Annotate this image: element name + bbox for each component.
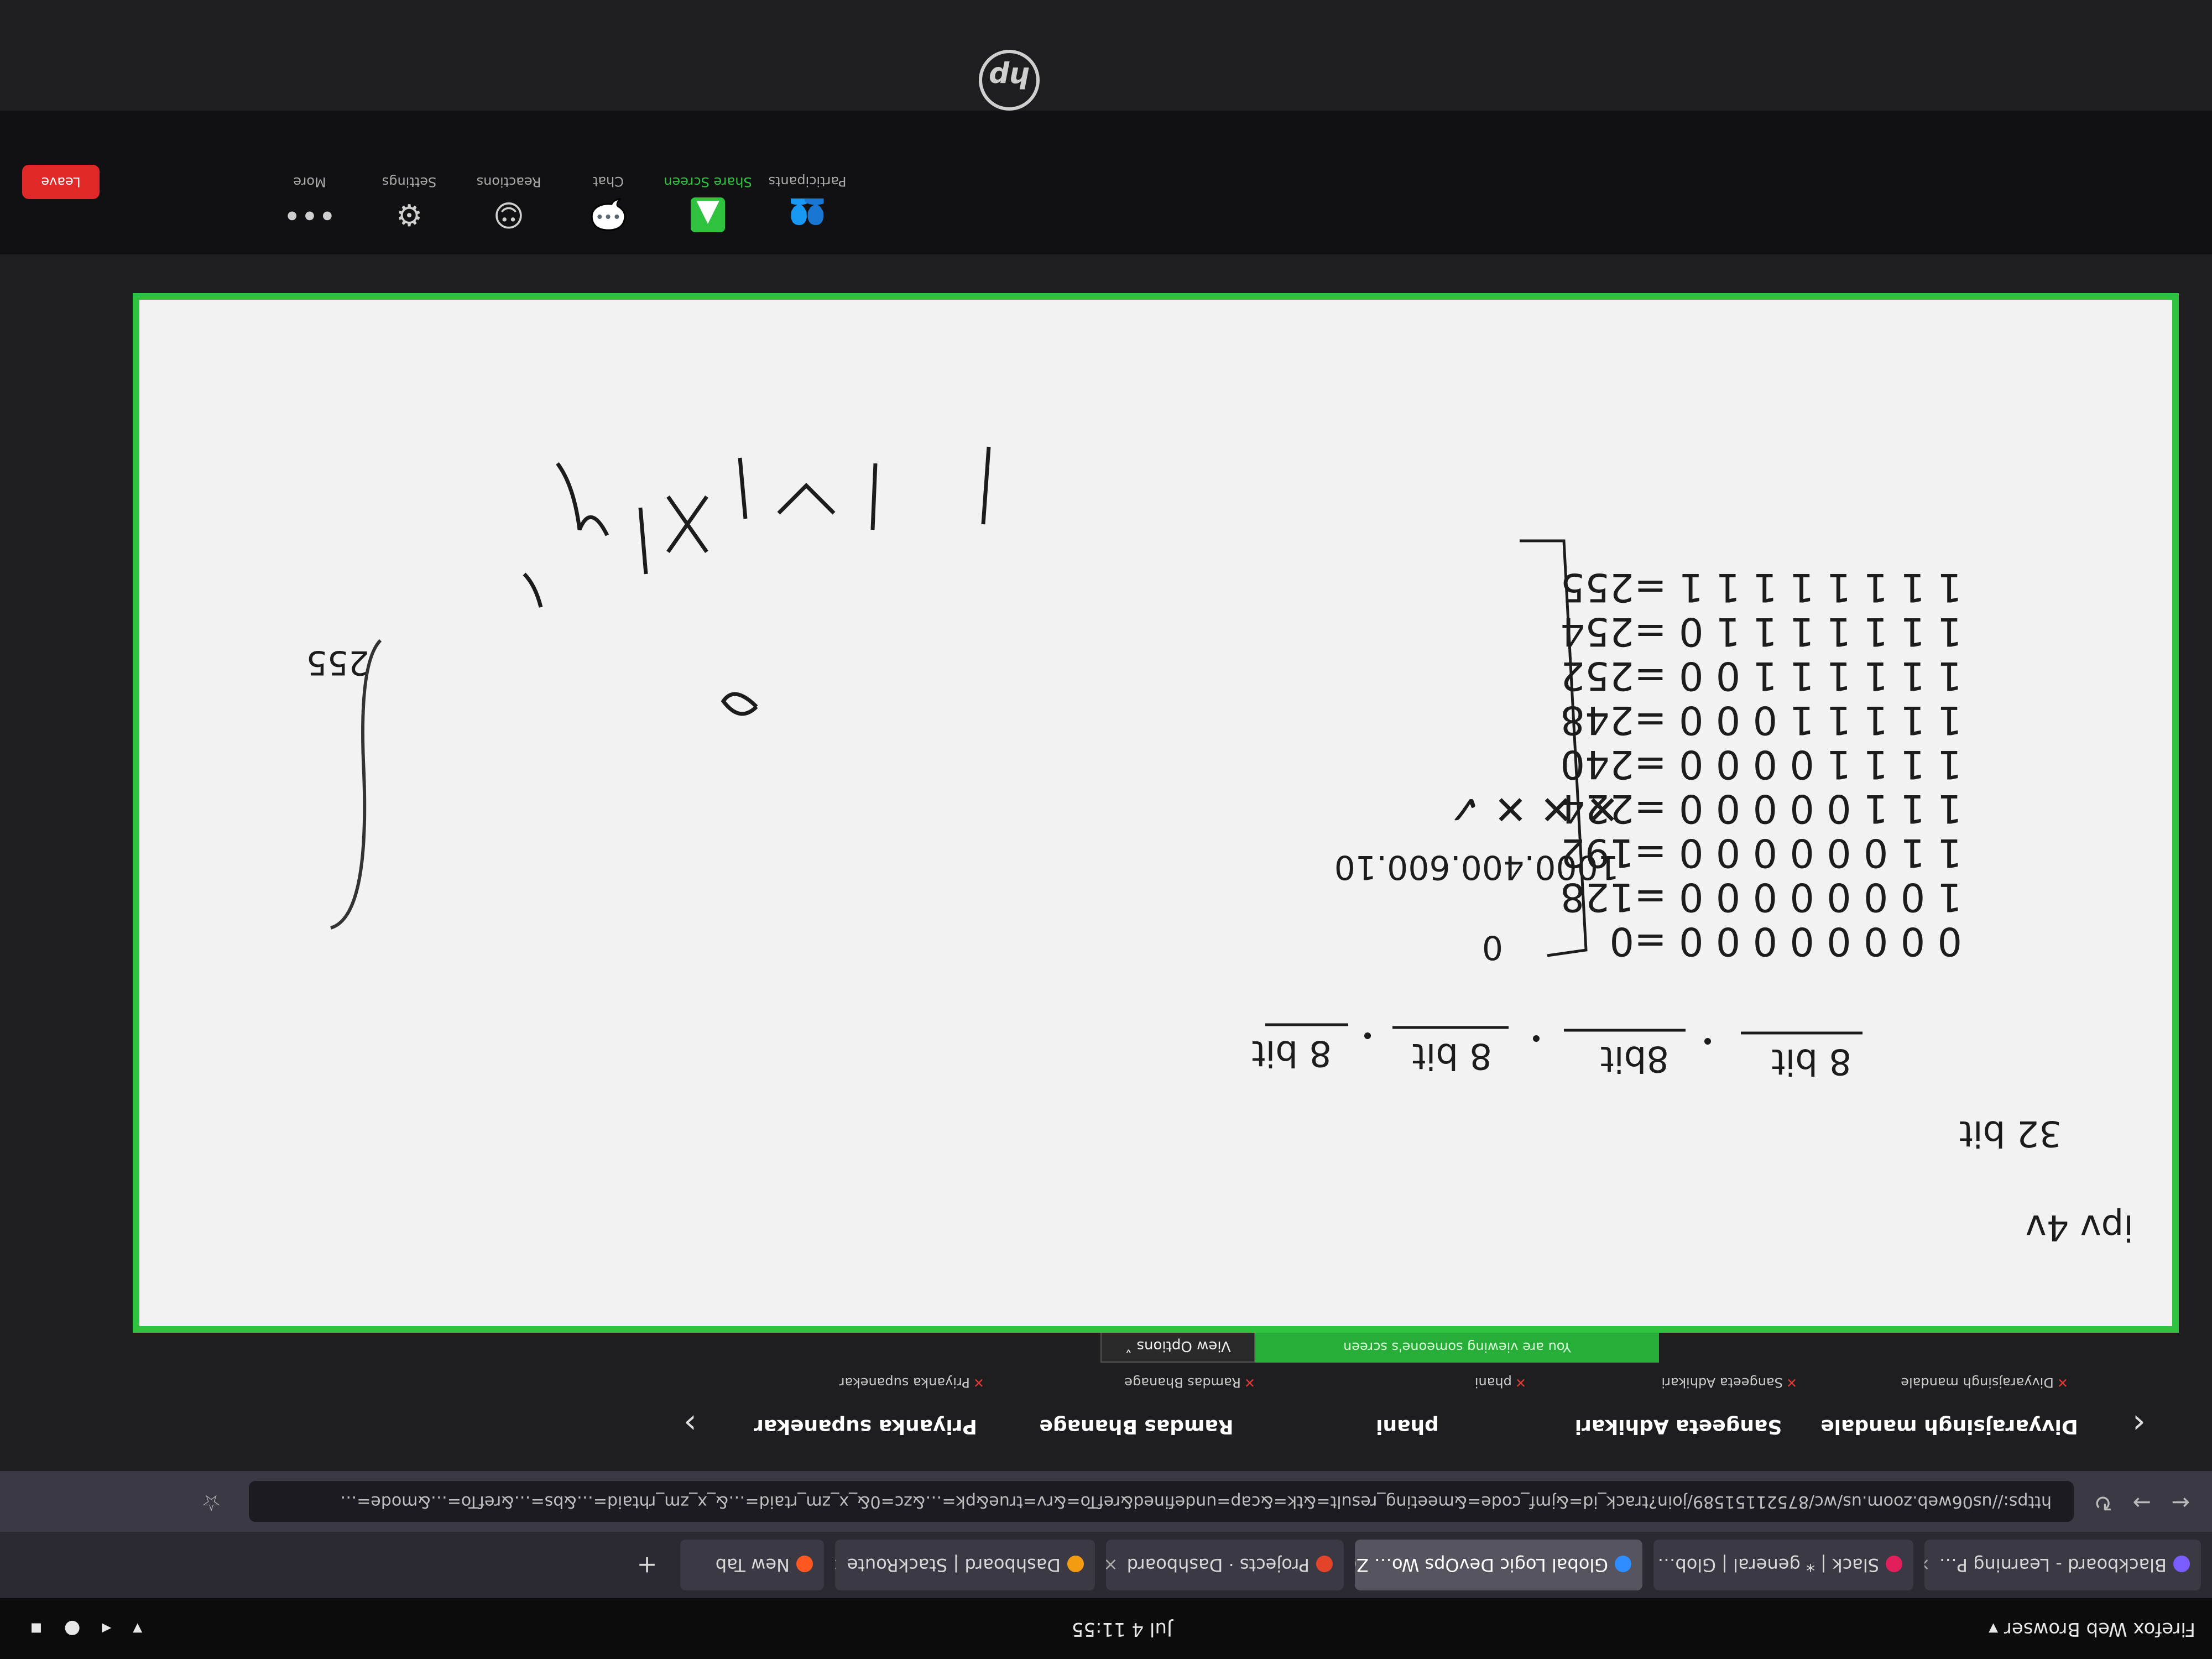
tab-zoom-active[interactable]: Global Logic DevOps Wo… Zoom× <box>1355 1540 1642 1590</box>
system-clock[interactable]: Jul 4 11:55 <box>1072 1618 1172 1640</box>
chat-button[interactable]: 💬 Chat <box>564 174 653 232</box>
tab-blackboard[interactable]: Blackboard - Learning P…× <box>1924 1540 2201 1590</box>
tab-projects-dashboard[interactable]: Projects · Dashboard× <box>1106 1540 1344 1590</box>
more-button[interactable]: ••• More <box>265 174 354 232</box>
participant-name: Ramdas Bhanage <box>1039 1415 1234 1438</box>
participant-label: Priyanka supanekar <box>839 1375 970 1390</box>
zoom-meeting-area: ‹ Divyarajsingh mandale ✕Divyarajsingh m… <box>0 0 2212 1471</box>
tab-new-tab[interactable]: New Tab <box>680 1540 824 1590</box>
url-bar[interactable]: https://us06web.zoom.us/wc/87521151589/j… <box>249 1481 2074 1522</box>
tab-stackroute[interactable]: Dashboard | StackRoute× <box>835 1540 1095 1590</box>
range-brace <box>330 639 382 930</box>
participant-tile[interactable]: Sangeeta Adhikari ✕Sangeeta Adhikari <box>1548 1371 1808 1460</box>
hp-logo-icon: hp <box>979 50 1040 111</box>
close-tab-icon[interactable]: × <box>835 1554 838 1575</box>
participant-tile[interactable]: phani ✕phani <box>1277 1371 1537 1460</box>
tab-slack[interactable]: Slack | * general | Glob…× <box>1653 1540 1913 1590</box>
octet-label: 8bit <box>1600 1038 1669 1079</box>
gear-icon: ⚙ <box>395 197 423 232</box>
participants-icon: 👥 <box>789 197 826 232</box>
binary-row: 1 1 1 1 1 1 1 1 =255 <box>1560 565 1962 610</box>
activities-menu[interactable]: Firefox Web Browser ▾ <box>1989 1618 2195 1640</box>
participants-button[interactable]: 👥 Participants <box>763 174 852 232</box>
close-tab-icon[interactable]: × <box>1106 1554 1118 1575</box>
participant-tile[interactable]: Ramdas Bhanage ✕Ramdas Bhanage <box>1006 1371 1266 1460</box>
browser-nav-bar: ← → ↻ https://us06web.zoom.us/wc/8752115… <box>0 1471 2212 1532</box>
ip-check-marks: ✕ ✕ ✕ ✓ <box>1448 786 1619 832</box>
slack-favicon-icon <box>1886 1556 1902 1572</box>
mic-muted-icon: ✕ <box>1515 1375 1526 1390</box>
reload-icon[interactable]: ↻ <box>2094 1490 2112 1515</box>
whiteboard-title: ipv 4v <box>2026 1207 2133 1248</box>
range-low-label: 0 <box>1482 928 1503 967</box>
binary-row: 1 1 1 0 0 0 0 0 =224 <box>1560 786 1962 831</box>
screen-share-banner: You are viewing someone's screen <box>1255 1332 1659 1363</box>
new-tab-button[interactable]: + <box>625 1540 669 1590</box>
mic-muted-icon: ✕ <box>1244 1375 1255 1390</box>
binary-row: 1 1 1 1 1 1 0 0 =252 <box>1560 653 1962 698</box>
share-screen-button[interactable]: ▲ Share Screen <box>664 174 752 232</box>
firefox-favicon-icon <box>796 1556 813 1572</box>
octet-label: 8 bit <box>1771 1041 1851 1082</box>
binary-row: 1 1 1 1 1 1 1 0 =254 <box>1560 609 1962 654</box>
gallery-prev-icon[interactable]: ‹ <box>2132 1405 2146 1443</box>
participant-label: phani <box>1474 1375 1512 1390</box>
stackroute-favicon-icon <box>1067 1556 1084 1572</box>
forward-icon[interactable]: → <box>2132 1490 2151 1515</box>
octet-label: 8 bit <box>1251 1032 1332 1073</box>
reactions-icon: ☺ <box>493 197 525 232</box>
mic-muted-icon: ✕ <box>1786 1375 1797 1390</box>
blackboard-favicon-icon <box>2173 1556 2190 1572</box>
whiteboard-drawing: ipv 4v 32 bit 8 bit 8bit 8 bit 8 bit 0 0… <box>306 446 2133 1248</box>
participant-gallery-strip: ‹ Divyarajsingh mandale ✕Divyarajsingh m… <box>0 1360 2212 1471</box>
url-text: https://us06web.zoom.us/wc/87521151589/j… <box>340 1492 2052 1511</box>
settings-button[interactable]: ⚙ Settings <box>365 174 453 232</box>
binary-row: 1 0 0 0 0 0 0 0 =128 <box>1560 874 1962 920</box>
bits-total-label: 32 bit <box>1959 1113 2062 1154</box>
participant-label: Sangeeta Adhikari <box>1661 1375 1783 1390</box>
participant-name: Divyarajsingh mandale <box>1820 1415 2078 1438</box>
shared-whiteboard: ipv 4v 32 bit 8 bit 8bit 8 bit 8 bit 0 0… <box>133 293 2179 1333</box>
close-tab-icon[interactable]: × <box>1924 1554 1931 1575</box>
range-high-label: 255 <box>306 643 369 682</box>
rotated-screen: Firefox Web Browser ▾ Jul 4 11:55 ▾ ◂ ● … <box>0 0 2212 1659</box>
participant-tile[interactable]: Divyarajsingh mandale ✕Divyarajsingh man… <box>1819 1371 2079 1460</box>
leave-button[interactable]: Leave <box>22 165 100 199</box>
chat-icon: 💬 <box>589 197 627 232</box>
freehand-strokes <box>523 446 991 716</box>
participant-label: Divyarajsingh mandale <box>1901 1375 2054 1390</box>
system-top-bar: Firefox Web Browser ▾ Jul 4 11:55 ▾ ◂ ● … <box>0 1598 2212 1659</box>
octet-underlines <box>1265 1023 1863 1035</box>
view-options-button[interactable]: View Options ˅ <box>1100 1332 1255 1363</box>
octet-label: 8 bit <box>1412 1035 1492 1076</box>
bookmark-star-icon[interactable]: ☆ <box>201 1490 221 1515</box>
binary-row: 1 1 1 1 0 0 0 0 =240 <box>1560 742 1962 787</box>
participant-name: phani <box>1376 1415 1439 1438</box>
binary-row: 1 1 1 1 1 0 0 0 =248 <box>1560 697 1962 743</box>
gitlab-favicon-icon <box>1316 1556 1333 1572</box>
participant-tile[interactable]: Priyanka supanekar ✕Priyanka supanekar <box>735 1371 995 1460</box>
zoom-toolbar: 👥 Participants ▲ Share Screen 💬 Chat ☺ R… <box>0 111 2212 254</box>
system-status-icons[interactable]: ▾ ◂ ● ▪ <box>22 1618 142 1640</box>
reactions-button[interactable]: ☺ Reactions <box>465 174 553 232</box>
participant-name: Priyanka supanekar <box>754 1415 977 1438</box>
participant-label: Ramdas Bhanage <box>1124 1375 1241 1390</box>
example-ip: 1000.400.600.10 <box>1334 848 1619 886</box>
gallery-next-icon[interactable]: › <box>684 1405 697 1443</box>
binary-row: 0 0 0 0 0 0 0 0 =0 <box>1610 919 1963 964</box>
mic-muted-icon: ✕ <box>973 1375 984 1390</box>
binary-row: 1 1 0 0 0 0 0 0 =192 <box>1560 830 1962 875</box>
more-dots-icon: ••• <box>283 197 336 232</box>
share-screen-icon: ▲ <box>691 197 725 232</box>
zoom-favicon-icon <box>1615 1556 1631 1572</box>
mic-muted-icon: ✕ <box>2057 1375 2068 1390</box>
participant-name: Sangeeta Adhikari <box>1574 1415 1782 1438</box>
browser-tab-bar: Blackboard - Learning P…× Slack | * gene… <box>0 1532 2212 1598</box>
back-icon[interactable]: ← <box>2171 1490 2190 1515</box>
